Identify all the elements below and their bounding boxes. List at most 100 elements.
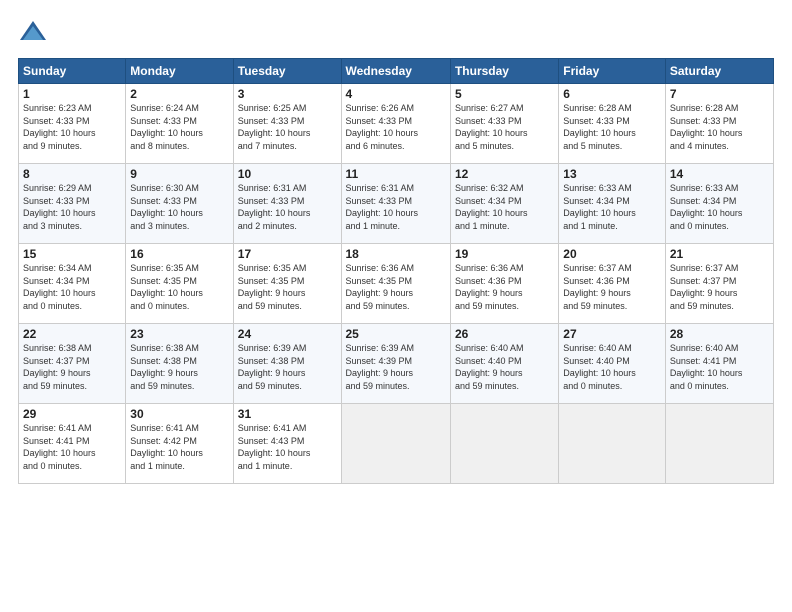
calendar-cell: 1Sunrise: 6:23 AMSunset: 4:33 PMDaylight…: [19, 84, 126, 164]
day-info: Sunrise: 6:35 AMSunset: 4:35 PMDaylight:…: [238, 262, 337, 312]
day-info: Sunrise: 6:30 AMSunset: 4:33 PMDaylight:…: [130, 182, 228, 232]
day-info: Sunrise: 6:37 AMSunset: 4:37 PMDaylight:…: [670, 262, 769, 312]
calendar-header-row: SundayMondayTuesdayWednesdayThursdayFrid…: [19, 59, 774, 84]
day-info: Sunrise: 6:38 AMSunset: 4:38 PMDaylight:…: [130, 342, 228, 392]
day-info: Sunrise: 6:40 AMSunset: 4:40 PMDaylight:…: [455, 342, 554, 392]
day-info: Sunrise: 6:33 AMSunset: 4:34 PMDaylight:…: [563, 182, 661, 232]
col-header-sunday: Sunday: [19, 59, 126, 84]
header: [18, 18, 774, 48]
calendar-cell: 12Sunrise: 6:32 AMSunset: 4:34 PMDayligh…: [450, 164, 558, 244]
day-number: 7: [670, 87, 769, 101]
calendar-cell: 21Sunrise: 6:37 AMSunset: 4:37 PMDayligh…: [665, 244, 773, 324]
day-info: Sunrise: 6:41 AMSunset: 4:43 PMDaylight:…: [238, 422, 337, 472]
calendar-table: SundayMondayTuesdayWednesdayThursdayFrid…: [18, 58, 774, 484]
calendar-cell: 9Sunrise: 6:30 AMSunset: 4:33 PMDaylight…: [126, 164, 233, 244]
calendar-week-row: 8Sunrise: 6:29 AMSunset: 4:33 PMDaylight…: [19, 164, 774, 244]
col-header-monday: Monday: [126, 59, 233, 84]
day-number: 8: [23, 167, 121, 181]
day-number: 2: [130, 87, 228, 101]
day-info: Sunrise: 6:36 AMSunset: 4:35 PMDaylight:…: [346, 262, 446, 312]
calendar-cell: 16Sunrise: 6:35 AMSunset: 4:35 PMDayligh…: [126, 244, 233, 324]
calendar-cell: 17Sunrise: 6:35 AMSunset: 4:35 PMDayligh…: [233, 244, 341, 324]
day-number: 9: [130, 167, 228, 181]
calendar-cell: [665, 404, 773, 484]
day-number: 19: [455, 247, 554, 261]
day-info: Sunrise: 6:35 AMSunset: 4:35 PMDaylight:…: [130, 262, 228, 312]
calendar-week-row: 15Sunrise: 6:34 AMSunset: 4:34 PMDayligh…: [19, 244, 774, 324]
day-number: 14: [670, 167, 769, 181]
day-info: Sunrise: 6:24 AMSunset: 4:33 PMDaylight:…: [130, 102, 228, 152]
calendar-cell: 29Sunrise: 6:41 AMSunset: 4:41 PMDayligh…: [19, 404, 126, 484]
calendar-cell: 25Sunrise: 6:39 AMSunset: 4:39 PMDayligh…: [341, 324, 450, 404]
day-number: 17: [238, 247, 337, 261]
day-info: Sunrise: 6:37 AMSunset: 4:36 PMDaylight:…: [563, 262, 661, 312]
calendar-cell: 2Sunrise: 6:24 AMSunset: 4:33 PMDaylight…: [126, 84, 233, 164]
day-info: Sunrise: 6:29 AMSunset: 4:33 PMDaylight:…: [23, 182, 121, 232]
calendar-cell: 8Sunrise: 6:29 AMSunset: 4:33 PMDaylight…: [19, 164, 126, 244]
calendar-cell: 30Sunrise: 6:41 AMSunset: 4:42 PMDayligh…: [126, 404, 233, 484]
day-number: 12: [455, 167, 554, 181]
col-header-wednesday: Wednesday: [341, 59, 450, 84]
day-number: 5: [455, 87, 554, 101]
day-number: 16: [130, 247, 228, 261]
day-number: 15: [23, 247, 121, 261]
day-info: Sunrise: 6:41 AMSunset: 4:41 PMDaylight:…: [23, 422, 121, 472]
calendar-cell: 19Sunrise: 6:36 AMSunset: 4:36 PMDayligh…: [450, 244, 558, 324]
calendar-cell: 24Sunrise: 6:39 AMSunset: 4:38 PMDayligh…: [233, 324, 341, 404]
day-number: 20: [563, 247, 661, 261]
calendar-cell: 6Sunrise: 6:28 AMSunset: 4:33 PMDaylight…: [559, 84, 666, 164]
day-number: 22: [23, 327, 121, 341]
day-number: 30: [130, 407, 228, 421]
day-number: 10: [238, 167, 337, 181]
logo-icon: [18, 18, 48, 48]
logo: [18, 18, 52, 48]
col-header-friday: Friday: [559, 59, 666, 84]
day-number: 29: [23, 407, 121, 421]
day-number: 21: [670, 247, 769, 261]
day-info: Sunrise: 6:28 AMSunset: 4:33 PMDaylight:…: [670, 102, 769, 152]
calendar-cell: 26Sunrise: 6:40 AMSunset: 4:40 PMDayligh…: [450, 324, 558, 404]
calendar-cell: 15Sunrise: 6:34 AMSunset: 4:34 PMDayligh…: [19, 244, 126, 324]
calendar-cell: 10Sunrise: 6:31 AMSunset: 4:33 PMDayligh…: [233, 164, 341, 244]
day-number: 31: [238, 407, 337, 421]
calendar-cell: [341, 404, 450, 484]
calendar-cell: 7Sunrise: 6:28 AMSunset: 4:33 PMDaylight…: [665, 84, 773, 164]
calendar-cell: [450, 404, 558, 484]
calendar-cell: 20Sunrise: 6:37 AMSunset: 4:36 PMDayligh…: [559, 244, 666, 324]
calendar-cell: 13Sunrise: 6:33 AMSunset: 4:34 PMDayligh…: [559, 164, 666, 244]
day-info: Sunrise: 6:33 AMSunset: 4:34 PMDaylight:…: [670, 182, 769, 232]
calendar-cell: 18Sunrise: 6:36 AMSunset: 4:35 PMDayligh…: [341, 244, 450, 324]
day-number: 6: [563, 87, 661, 101]
day-number: 1: [23, 87, 121, 101]
calendar-cell: 5Sunrise: 6:27 AMSunset: 4:33 PMDaylight…: [450, 84, 558, 164]
day-info: Sunrise: 6:27 AMSunset: 4:33 PMDaylight:…: [455, 102, 554, 152]
calendar-cell: 3Sunrise: 6:25 AMSunset: 4:33 PMDaylight…: [233, 84, 341, 164]
calendar-cell: [559, 404, 666, 484]
calendar-cell: 22Sunrise: 6:38 AMSunset: 4:37 PMDayligh…: [19, 324, 126, 404]
day-number: 24: [238, 327, 337, 341]
day-number: 18: [346, 247, 446, 261]
day-info: Sunrise: 6:40 AMSunset: 4:41 PMDaylight:…: [670, 342, 769, 392]
calendar-week-row: 1Sunrise: 6:23 AMSunset: 4:33 PMDaylight…: [19, 84, 774, 164]
day-number: 13: [563, 167, 661, 181]
day-info: Sunrise: 6:41 AMSunset: 4:42 PMDaylight:…: [130, 422, 228, 472]
day-number: 11: [346, 167, 446, 181]
calendar-cell: 14Sunrise: 6:33 AMSunset: 4:34 PMDayligh…: [665, 164, 773, 244]
day-info: Sunrise: 6:25 AMSunset: 4:33 PMDaylight:…: [238, 102, 337, 152]
day-info: Sunrise: 6:39 AMSunset: 4:39 PMDaylight:…: [346, 342, 446, 392]
day-number: 4: [346, 87, 446, 101]
day-info: Sunrise: 6:36 AMSunset: 4:36 PMDaylight:…: [455, 262, 554, 312]
col-header-tuesday: Tuesday: [233, 59, 341, 84]
col-header-saturday: Saturday: [665, 59, 773, 84]
day-number: 3: [238, 87, 337, 101]
calendar-cell: 4Sunrise: 6:26 AMSunset: 4:33 PMDaylight…: [341, 84, 450, 164]
day-info: Sunrise: 6:40 AMSunset: 4:40 PMDaylight:…: [563, 342, 661, 392]
day-info: Sunrise: 6:31 AMSunset: 4:33 PMDaylight:…: [346, 182, 446, 232]
calendar-cell: 27Sunrise: 6:40 AMSunset: 4:40 PMDayligh…: [559, 324, 666, 404]
day-number: 25: [346, 327, 446, 341]
calendar-week-row: 22Sunrise: 6:38 AMSunset: 4:37 PMDayligh…: [19, 324, 774, 404]
day-info: Sunrise: 6:39 AMSunset: 4:38 PMDaylight:…: [238, 342, 337, 392]
day-number: 26: [455, 327, 554, 341]
col-header-thursday: Thursday: [450, 59, 558, 84]
day-info: Sunrise: 6:23 AMSunset: 4:33 PMDaylight:…: [23, 102, 121, 152]
